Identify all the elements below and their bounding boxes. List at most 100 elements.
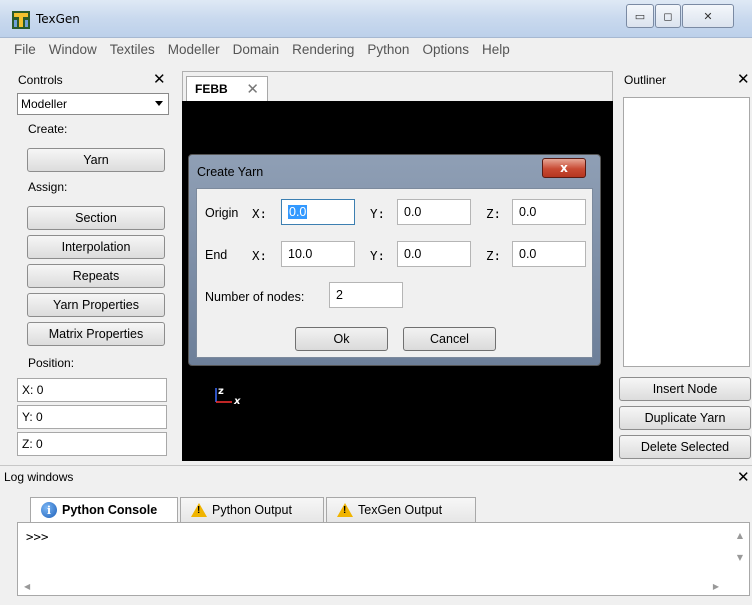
minimize-button[interactable]: ▭ bbox=[626, 4, 654, 28]
chevron-down-icon bbox=[155, 101, 163, 106]
console-prompt: >>> bbox=[26, 529, 49, 544]
tab-python-output-label: Python Output bbox=[212, 503, 292, 517]
yarn-properties-button[interactable]: Yarn Properties bbox=[27, 293, 165, 317]
texgen-app-icon bbox=[12, 11, 30, 29]
tab-texgen-output-label: TexGen Output bbox=[358, 503, 443, 517]
position-x-value: 0 bbox=[36, 383, 44, 397]
mode-select-value: Modeller bbox=[21, 97, 68, 111]
menu-bar: File Window Textiles Modeller Domain Ren… bbox=[0, 38, 752, 60]
position-z-field[interactable]: Z: 0 bbox=[17, 432, 167, 456]
tab-febb[interactable]: FEBB ✕ bbox=[186, 76, 268, 102]
log-close-icon[interactable]: ✕ bbox=[737, 468, 750, 486]
log-tab-bar: i Python Console Python Output TexGen Ou… bbox=[30, 497, 478, 522]
origin-z-value: 0.0 bbox=[519, 205, 537, 219]
create-yarn-dialog: Create Yarn x Origin X: 0.0 Y: 0.0 Z: 0.… bbox=[188, 154, 601, 366]
nodes-label: Number of nodes: bbox=[205, 290, 305, 304]
close-icon: x bbox=[560, 161, 568, 175]
menu-python[interactable]: Python bbox=[367, 42, 409, 57]
position-y-field[interactable]: Y: 0 bbox=[17, 405, 167, 429]
yarn-button[interactable]: Yarn bbox=[27, 148, 165, 172]
assign-group-label: Assign: bbox=[28, 180, 68, 194]
axis-x-label: x bbox=[233, 396, 241, 406]
dialog-title: Create Yarn bbox=[197, 165, 264, 179]
axis-z-label: z bbox=[218, 386, 224, 397]
menu-domain[interactable]: Domain bbox=[233, 42, 280, 57]
origin-z-field[interactable]: 0.0 bbox=[512, 199, 586, 225]
insert-node-button[interactable]: Insert Node bbox=[619, 377, 751, 401]
controls-close-icon[interactable]: ✕ bbox=[153, 70, 166, 88]
nodes-value: 2 bbox=[336, 288, 343, 302]
end-z-value: 0.0 bbox=[519, 247, 537, 261]
origin-y-value: 0.0 bbox=[404, 205, 422, 219]
axes-gizmo-icon: z x bbox=[215, 386, 241, 406]
scroll-up-icon[interactable]: ▲ bbox=[737, 531, 743, 540]
origin-x-field[interactable]: 0.0 bbox=[281, 199, 355, 225]
end-y-label: Y: bbox=[370, 248, 386, 263]
menu-rendering[interactable]: Rendering bbox=[292, 42, 354, 57]
end-x-label: X: bbox=[252, 248, 268, 263]
dialog-close-button[interactable]: x bbox=[542, 158, 586, 178]
end-label: End bbox=[205, 248, 228, 262]
position-y-label: Y: bbox=[22, 410, 33, 424]
position-z-value: 0 bbox=[36, 437, 43, 451]
end-y-field[interactable]: 0.0 bbox=[397, 241, 471, 267]
repeats-button[interactable]: Repeats bbox=[27, 264, 165, 288]
position-x-label: X: bbox=[22, 383, 34, 397]
position-x-field[interactable]: X: 0 bbox=[17, 378, 167, 402]
position-group-label: Position: bbox=[28, 356, 75, 370]
menu-file[interactable]: File bbox=[14, 42, 36, 57]
interpolation-button[interactable]: Interpolation bbox=[27, 235, 165, 259]
maximize-icon: ◻ bbox=[663, 9, 673, 23]
menu-window[interactable]: Window bbox=[49, 42, 97, 57]
end-y-value: 0.0 bbox=[404, 247, 422, 261]
dialog-body: Origin X: 0.0 Y: 0.0 Z: 0.0 End X: 10.0 … bbox=[196, 188, 593, 358]
tab-python-output[interactable]: Python Output bbox=[180, 497, 324, 522]
end-x-field[interactable]: 10.0 bbox=[281, 241, 355, 267]
window-title: TexGen bbox=[36, 12, 80, 26]
menu-modeller[interactable]: Modeller bbox=[168, 42, 220, 57]
menu-help[interactable]: Help bbox=[482, 42, 510, 57]
duplicate-yarn-button[interactable]: Duplicate Yarn bbox=[619, 406, 751, 430]
outliner-close-icon[interactable]: ✕ bbox=[737, 70, 750, 88]
log-windows-title: Log windows bbox=[4, 470, 74, 484]
origin-x-label: X: bbox=[252, 206, 268, 221]
position-z-label: Z: bbox=[22, 437, 33, 451]
tab-python-console[interactable]: i Python Console bbox=[30, 497, 178, 522]
scroll-left-icon[interactable]: ◀ bbox=[24, 582, 30, 591]
nodes-field[interactable]: 2 bbox=[329, 282, 403, 308]
ok-button[interactable]: Ok bbox=[295, 327, 388, 351]
origin-y-field[interactable]: 0.0 bbox=[397, 199, 471, 225]
section-button[interactable]: Section bbox=[27, 206, 165, 230]
menu-textiles[interactable]: Textiles bbox=[110, 42, 155, 57]
python-console[interactable]: >>> ▲ ▼ ◀ ▶ bbox=[17, 522, 750, 596]
window-titlebar: TexGen ▭ ◻ ✕ bbox=[0, 0, 752, 38]
end-z-label: Z: bbox=[486, 248, 502, 263]
warning-icon bbox=[191, 503, 207, 517]
origin-x-value: 0.0 bbox=[288, 205, 308, 219]
maximize-button[interactable]: ◻ bbox=[655, 4, 681, 28]
scroll-down-icon[interactable]: ▼ bbox=[737, 553, 743, 562]
delete-selected-button[interactable]: Delete Selected bbox=[619, 435, 751, 459]
close-icon: ✕ bbox=[703, 9, 713, 23]
outliner-dock-title: Outliner bbox=[624, 73, 667, 87]
log-windows-header: Log windows ✕ bbox=[0, 465, 752, 487]
mode-select[interactable]: Modeller bbox=[17, 93, 169, 115]
close-window-button[interactable]: ✕ bbox=[682, 4, 734, 28]
warning-icon bbox=[337, 503, 353, 517]
tab-python-console-label: Python Console bbox=[62, 503, 158, 517]
scroll-right-icon[interactable]: ▶ bbox=[713, 582, 719, 591]
origin-z-label: Z: bbox=[486, 206, 502, 221]
minimize-icon: ▭ bbox=[634, 9, 646, 23]
matrix-properties-button[interactable]: Matrix Properties bbox=[27, 322, 165, 346]
position-y-value: 0 bbox=[36, 410, 43, 424]
origin-y-label: Y: bbox=[370, 206, 386, 221]
cancel-button[interactable]: Cancel bbox=[403, 327, 496, 351]
tab-close-icon[interactable]: ✕ bbox=[246, 80, 259, 98]
menu-options[interactable]: Options bbox=[422, 42, 469, 57]
info-icon: i bbox=[41, 502, 57, 518]
outliner-tree[interactable] bbox=[623, 97, 750, 367]
tab-febb-label: FEBB bbox=[195, 82, 228, 96]
end-x-value: 10.0 bbox=[288, 247, 313, 261]
end-z-field[interactable]: 0.0 bbox=[512, 241, 586, 267]
tab-texgen-output[interactable]: TexGen Output bbox=[326, 497, 476, 522]
